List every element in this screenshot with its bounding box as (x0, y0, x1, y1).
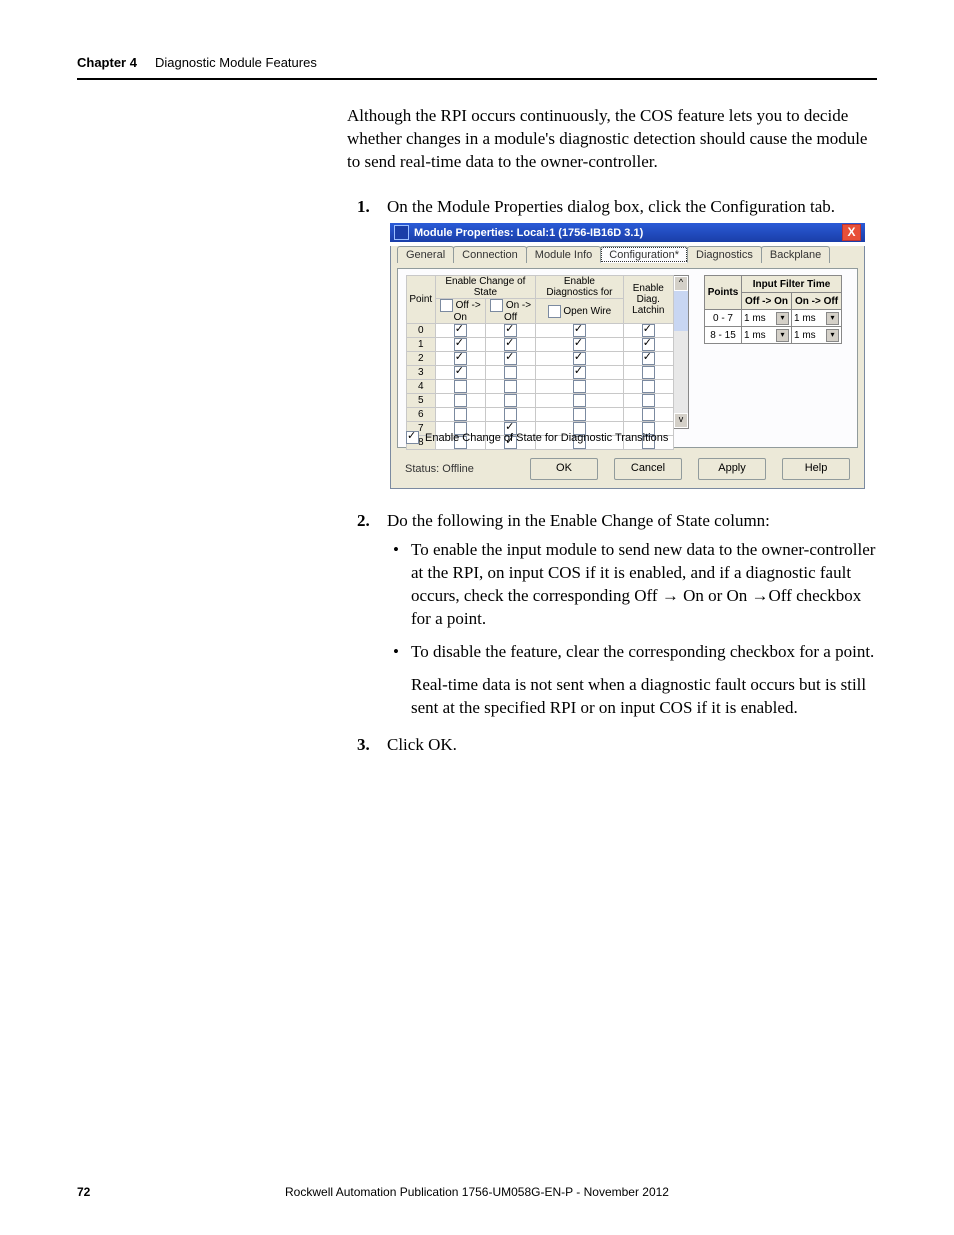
filter-on-off-select[interactable]: 1 ms▾ (793, 329, 840, 342)
filter-off-on-hdr: Off -> On (742, 293, 792, 310)
ok-button[interactable]: OK (530, 458, 598, 480)
body-text: Although the RPI occurs continuously, th… (347, 105, 877, 233)
app-icon (394, 225, 409, 240)
on-off-checkbox[interactable] (504, 394, 517, 407)
open-wire-checkbox[interactable] (573, 366, 586, 379)
on-off-checkbox[interactable] (504, 380, 517, 393)
filter-on-off-hdr: On -> Off (792, 293, 842, 310)
table-row: 2 (407, 352, 674, 366)
tab-configuration[interactable]: Configuration* (600, 246, 688, 263)
filter-row: 8 - 151 ms▾1 ms▾ (705, 327, 842, 344)
cancel-button[interactable]: Cancel (614, 458, 682, 480)
off-on-checkbox[interactable] (454, 366, 467, 379)
chevron-down-icon: ▾ (776, 312, 789, 325)
chevron-down-icon: ▾ (826, 312, 839, 325)
filter-range: 0 - 7 (705, 310, 742, 327)
point-cell: 2 (407, 352, 436, 366)
tab-module-info[interactable]: Module Info (526, 246, 601, 263)
diag-latch-checkbox[interactable] (642, 352, 655, 365)
tab-general[interactable]: General (397, 246, 454, 263)
hdr-open-wire-checkbox[interactable] (548, 305, 561, 318)
filter-range: 8 - 15 (705, 327, 742, 344)
table-row: 1 (407, 338, 674, 352)
open-wire-checkbox[interactable] (573, 394, 586, 407)
table-row: 6 (407, 408, 674, 422)
open-wire-checkbox[interactable] (573, 408, 586, 421)
scroll-down-icon[interactable]: v (674, 413, 688, 428)
diag-latch-checkbox[interactable] (642, 380, 655, 393)
step-2-bullet-1: To enable the input module to send new d… (387, 539, 877, 631)
tab-strip: General Connection Module Info Configura… (397, 246, 864, 263)
page-header: Chapter 4 Diagnostic Module Features (77, 54, 877, 80)
cos-transitions-checkbox[interactable] (406, 431, 419, 444)
filter-off-on-select[interactable]: 1 ms▾ (743, 312, 790, 325)
scroll-thumb[interactable] (674, 291, 688, 331)
cos-transitions-label: Enable Change of State for Diagnostic Tr… (425, 432, 668, 444)
on-off-checkbox[interactable] (504, 366, 517, 379)
table-row: 4 (407, 380, 674, 394)
col-group-cos: Enable Change of State (435, 276, 536, 299)
table-row: 5 (407, 394, 674, 408)
chevron-down-icon: ▾ (826, 329, 839, 342)
apply-button[interactable]: Apply (698, 458, 766, 480)
step-2-bullet-2: To disable the feature, clear the corres… (387, 641, 877, 720)
filter-on-off-select[interactable]: 1 ms▾ (793, 312, 840, 325)
scroll-up-icon[interactable]: ^ (674, 276, 688, 291)
point-cell: 5 (407, 394, 436, 408)
filter-row: 0 - 71 ms▾1 ms▾ (705, 310, 842, 327)
chapter-label: Chapter 4 (77, 55, 137, 70)
help-button[interactable]: Help (782, 458, 850, 480)
hdr-on-off-checkbox[interactable] (490, 299, 503, 312)
point-cell: 3 (407, 366, 436, 380)
publication-info: Rockwell Automation Publication 1756-UM0… (77, 1185, 877, 1199)
col-point: Point (407, 276, 436, 324)
dialog-titlebar: Module Properties: Local:1 (1756-IB16D 3… (390, 223, 865, 242)
module-properties-dialog: Module Properties: Local:1 (1756-IB16D 3… (390, 223, 865, 485)
tab-backplane[interactable]: Backplane (761, 246, 830, 263)
step-2-subpara: Real-time data is not sent when a diagno… (411, 674, 877, 720)
filter-title: Input Filter Time (742, 276, 842, 293)
off-on-checkbox[interactable] (454, 394, 467, 407)
chevron-down-icon: ▾ (776, 329, 789, 342)
table-row: 0 (407, 324, 674, 338)
page-footer: 72 Rockwell Automation Publication 1756-… (77, 1185, 877, 1199)
step-2: 2. Do the following in the Enable Change… (347, 510, 877, 720)
hdr-off-on-checkbox[interactable] (440, 299, 453, 312)
col-enable-diag-latch: Enable Diag. Latchin (623, 276, 673, 324)
diag-latch-checkbox[interactable] (642, 408, 655, 421)
point-cell: 0 (407, 324, 436, 338)
diag-latch-checkbox[interactable] (642, 394, 655, 407)
on-off-checkbox[interactable] (504, 352, 517, 365)
close-icon[interactable]: X (842, 224, 861, 241)
chapter-title: Diagnostic Module Features (155, 55, 317, 70)
tab-connection[interactable]: Connection (453, 246, 527, 263)
point-cell: 4 (407, 380, 436, 394)
step-1: 1. On the Module Properties dialog box, … (347, 196, 877, 219)
status-label: Status: Offline (405, 463, 474, 475)
filter-points-hdr: Points (705, 276, 742, 310)
dialog-title: Module Properties: Local:1 (1756-IB16D 3… (414, 227, 842, 239)
point-cell: 1 (407, 338, 436, 352)
diag-latch-checkbox[interactable] (642, 366, 655, 379)
off-on-checkbox[interactable] (454, 408, 467, 421)
open-wire-checkbox[interactable] (573, 380, 586, 393)
grid-scrollbar[interactable]: ^ v (674, 275, 689, 429)
intro-paragraph: Although the RPI occurs continuously, th… (347, 105, 877, 174)
filter-off-on-select[interactable]: 1 ms▾ (743, 329, 790, 342)
off-on-checkbox[interactable] (454, 380, 467, 393)
cos-transitions-row: Enable Change of State for Diagnostic Tr… (406, 431, 668, 444)
point-cell: 6 (407, 408, 436, 422)
body-text-2: 2. Do the following in the Enable Change… (347, 510, 877, 770)
tab-diagnostics[interactable]: Diagnostics (687, 246, 762, 263)
table-row: 3 (407, 366, 674, 380)
col-group-diag: Enable Diagnostics for (536, 276, 623, 299)
points-grid: Point Enable Change of State Enable Diag… (406, 275, 674, 450)
input-filter-panel: Points Input Filter Time Off -> On On ->… (704, 275, 842, 344)
step-3: 3. Click OK. (347, 734, 877, 757)
